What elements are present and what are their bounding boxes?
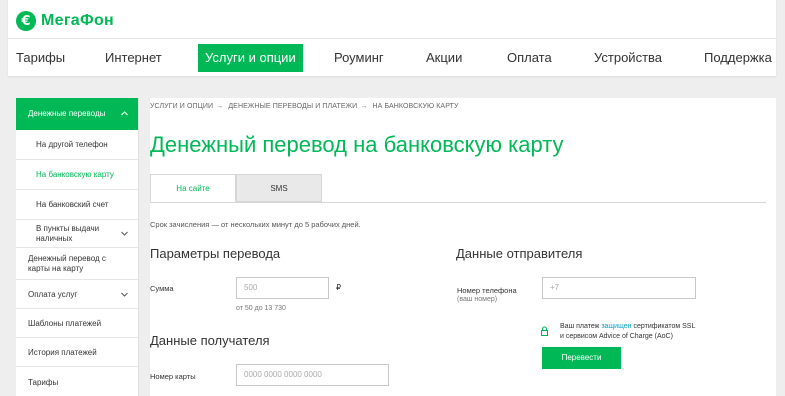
sidebar-item-to-phone[interactable]: На другой телефон [16,130,138,160]
tab-on-site[interactable]: На сайте [150,174,236,202]
nav-item-payment[interactable]: Оплата [507,44,552,72]
transfer-params-heading: Параметры перевода [150,246,281,261]
phone-input[interactable]: +7 [542,277,696,299]
breadcrumb-item-transfers[interactable]: ДЕНЕЖНЫЕ ПЕРЕВОДЫ И ПЛАТЕЖИ [228,103,357,110]
nav-item-support[interactable]: Поддержка [704,44,772,72]
nav-item-promotions[interactable]: Акции [426,44,462,72]
nav-item-services[interactable]: Услуги и опции [198,44,303,72]
amount-label: Сумма [150,284,174,293]
sidebar-item-label: Денежный перевод с карты на карту [28,254,106,273]
chevron-up-icon [121,110,128,117]
security-note-line2: и сервисом Advice of Charge (AoC) [560,333,673,340]
breadcrumb: УСЛУГИ И ОПЦИИ → ДЕНЕЖНЫЕ ПЕРЕВОДЫ И ПЛАТ… [150,103,462,110]
breadcrumb-separator: → [360,103,368,110]
security-note-prefix: Ваш платеж [560,323,602,330]
security-note-suffix: сертификатом SSL [631,323,696,330]
breadcrumb-item-services[interactable]: УСЛУГИ И ОПЦИИ [150,103,213,110]
phone-hint: (ваш номер) [457,296,498,303]
sidebar-item-cash-points[interactable]: В пункты выдачи наличных [16,220,138,248]
sidebar: Денежные переводы На другой телефон На б… [16,98,139,396]
page-title: Денежный перевод на банковскую карту [150,132,564,157]
main-content: УСЛУГИ И ОПЦИИ → ДЕНЕЖНЫЕ ПЕРЕВОДЫ И ПЛАТ… [150,98,776,396]
nav-item-devices[interactable]: Устройства [594,44,662,72]
processing-time-note: Срок зачисления — от нескольких минут до… [150,220,361,229]
sidebar-item-to-bank-card[interactable]: На банковскую карту [16,160,138,190]
lock-icon [541,323,548,341]
chevron-down-icon [121,230,128,237]
breadcrumb-item-current: НА БАНКОВСКУЮ КАРТУ [372,103,459,110]
card-number-input[interactable]: 0000 0000 0000 0000 [236,364,389,386]
sidebar-item-payment-history[interactable]: История платежей [16,338,138,367]
logo-text: МегаФон [41,12,114,29]
security-note: Ваш платеж защищен сертификатом SSL и се… [560,322,695,342]
sidebar-item-label: Шаблоны платежей [28,319,102,328]
tab-bar: На сайте SMS [150,174,766,203]
main-nav: Тарифы Интернет Услуги и опции Роуминг А… [8,44,776,72]
recipient-heading: Данные получателя [150,333,270,348]
secured-link[interactable]: защищен [601,323,631,330]
sidebar-item-pay-services[interactable]: Оплата услуг [16,280,138,309]
currency-sign: ₽ [336,283,342,292]
nav-item-roaming[interactable]: Роуминг [334,44,384,72]
sidebar-item-to-bank-account[interactable]: На банковский счет [16,190,138,220]
amount-hint: от 50 до 13 730 [236,305,286,312]
breadcrumb-separator: → [216,103,224,110]
sender-heading: Данные отправителя [456,246,583,261]
chevron-down-icon [121,291,128,298]
site-header: € МегаФон Тарифы Интернет Услуги и опции… [8,0,776,76]
sidebar-item-card-to-card[interactable]: Денежный перевод с карты на карту [16,248,138,280]
megafon-logo-icon: € [16,11,36,31]
sidebar-item-tariffs[interactable]: Тарифы [16,367,138,396]
sidebar-item-payment-templates[interactable]: Шаблоны платежей [16,309,138,338]
sidebar-item-label: В пункты выдачи наличных [36,224,100,243]
amount-input[interactable]: 500 [236,277,329,299]
nav-item-internet[interactable]: Интернет [105,44,162,72]
sidebar-item-label: На банковский счет [36,200,109,209]
sidebar-item-money-transfers[interactable]: Денежные переводы [16,98,138,130]
sidebar-item-label: Оплата услуг [28,290,78,299]
card-number-label: Номер карты [150,372,196,381]
transfer-button[interactable]: Перевести [542,347,621,369]
sidebar-item-label: Тарифы [28,378,59,387]
sidebar-item-label: Денежные переводы [28,109,106,118]
sidebar-item-label: На другой телефон [36,140,108,149]
nav-item-tariffs[interactable]: Тарифы [16,44,65,72]
sidebar-item-label: История платежей [28,348,97,357]
phone-label: Номер телефона [457,286,517,295]
tab-sms[interactable]: SMS [236,174,322,202]
logo[interactable]: € МегаФон [16,11,114,31]
nav-divider [8,38,776,39]
sidebar-item-label: На банковскую карту [36,170,114,179]
